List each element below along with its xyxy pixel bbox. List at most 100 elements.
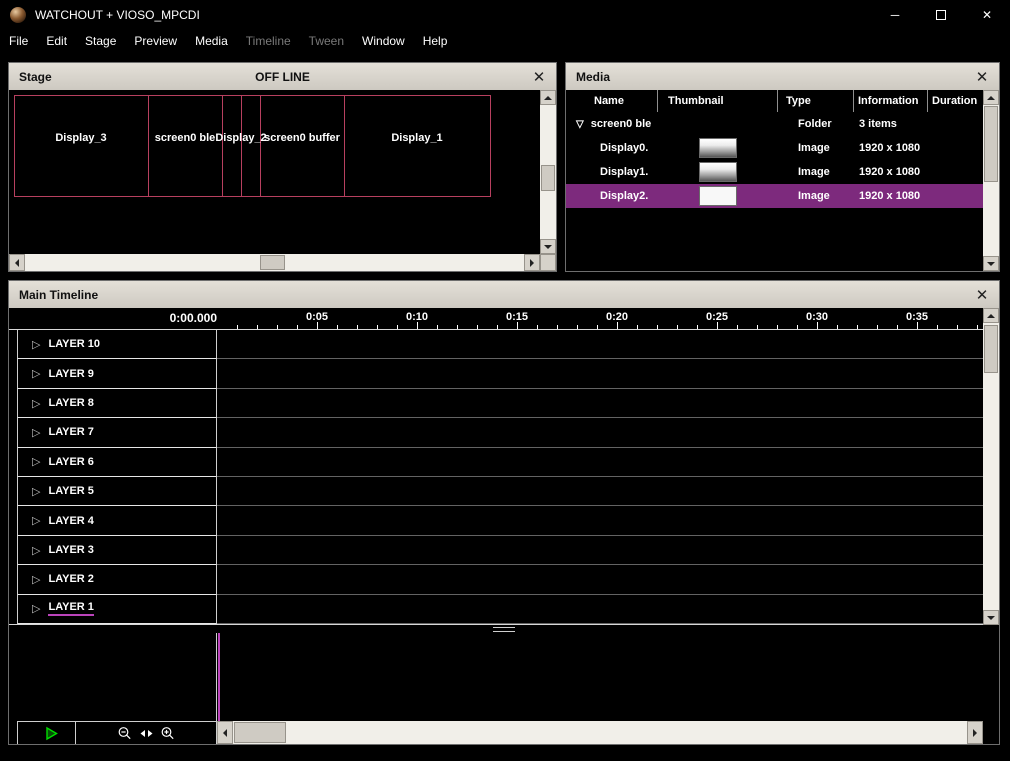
layer-lane[interactable] — [217, 506, 983, 535]
scroll-up-button[interactable] — [540, 90, 556, 105]
timeline-ruler[interactable]: 0:00.000 0:050:100:150:200:250:300:35 — [9, 308, 983, 330]
media-row[interactable]: Display1.Image1920 x 1080 — [566, 160, 983, 184]
stage-display-label[interactable]: screen0 ble — [155, 132, 216, 144]
media-column-header[interactable]: Thumbnail — [658, 90, 778, 112]
media-row[interactable]: Display0.Image1920 x 1080 — [566, 136, 983, 160]
minimize-button[interactable]: ─ — [872, 0, 918, 30]
media-name: Display1. — [600, 166, 648, 178]
stage-display-label[interactable]: Display_1 — [391, 132, 442, 144]
layer-lane[interactable] — [217, 330, 983, 359]
layer-header[interactable]: ▷LAYER 10 — [17, 330, 217, 359]
scroll-left-button[interactable] — [9, 254, 25, 271]
layer-expand-icon[interactable]: ▷ — [32, 455, 40, 468]
scroll-thumb[interactable] — [984, 106, 998, 182]
layer-name: LAYER 1 — [48, 601, 93, 616]
layer-expand-icon[interactable]: ▷ — [32, 573, 40, 586]
layer-lane[interactable] — [217, 389, 983, 418]
stage-canvas[interactable]: Display_3 screen0 bleDisplay_2screen0 buf… — [9, 90, 540, 254]
scroll-up-button[interactable] — [983, 308, 999, 323]
stage-display-label[interactable]: Display_2 — [215, 132, 266, 144]
scroll-track[interactable] — [983, 105, 999, 256]
scroll-thumb[interactable] — [260, 255, 285, 270]
menu-item-stage[interactable]: Stage — [76, 31, 125, 51]
menu-item-preview[interactable]: Preview — [125, 31, 186, 51]
layer-header[interactable]: ▷LAYER 6 — [17, 448, 217, 477]
layer-header[interactable]: ▷LAYER 3 — [17, 536, 217, 565]
scroll-right-button[interactable] — [524, 254, 540, 271]
scroll-up-button[interactable] — [983, 90, 999, 105]
layer-expand-icon[interactable]: ▷ — [32, 426, 40, 439]
menu-item-file[interactable]: File — [0, 31, 37, 51]
layer-header[interactable]: ▷LAYER 8 — [17, 389, 217, 418]
resize-grip[interactable] — [540, 254, 556, 271]
timeline-vertical-scrollbar[interactable] — [983, 308, 999, 625]
layer-lane[interactable] — [217, 536, 983, 565]
menu-item-edit[interactable]: Edit — [37, 31, 76, 51]
layer-expand-icon[interactable]: ▷ — [32, 514, 40, 527]
close-button[interactable]: ✕ — [964, 0, 1010, 30]
timeline-close-button[interactable]: ✕ — [973, 286, 991, 304]
scroll-thumb[interactable] — [234, 722, 286, 743]
scroll-right-button[interactable] — [967, 721, 983, 744]
menu-item-window[interactable]: Window — [353, 31, 414, 51]
media-column-header[interactable]: Duration — [928, 90, 985, 112]
layer-lane[interactable] — [217, 418, 983, 447]
layer-header[interactable]: ▷LAYER 7 — [17, 418, 217, 447]
layer-header[interactable]: ▷LAYER 9 — [17, 359, 217, 388]
layer-lane[interactable] — [217, 477, 983, 506]
scroll-track[interactable] — [983, 323, 999, 610]
playhead[interactable] — [218, 633, 220, 721]
scroll-down-button[interactable] — [540, 239, 556, 254]
scroll-track[interactable] — [540, 105, 556, 239]
layer-header[interactable]: ▷LAYER 5 — [17, 477, 217, 506]
layer-lane[interactable] — [217, 565, 983, 594]
media-column-header[interactable]: Name — [566, 90, 658, 112]
stage-horizontal-scrollbar[interactable] — [9, 254, 540, 271]
scroll-thumb[interactable] — [541, 165, 555, 191]
zoom-in-icon[interactable] — [160, 726, 176, 741]
maximize-button[interactable] — [918, 0, 964, 30]
media-column-header[interactable]: Type — [778, 90, 854, 112]
layer-header[interactable]: ▷LAYER 2 — [17, 565, 217, 594]
zoom-fit-icon[interactable] — [140, 726, 153, 741]
timeline-titlebar[interactable]: Main Timeline ✕ — [9, 281, 999, 308]
play-button[interactable] — [44, 726, 59, 741]
media-column-header[interactable]: Information — [854, 90, 928, 112]
scroll-left-button[interactable] — [217, 721, 233, 744]
folder-open-icon[interactable]: ▽ — [576, 119, 584, 130]
aux-lane[interactable] — [217, 633, 983, 721]
scroll-track[interactable] — [25, 254, 524, 271]
layer-header[interactable]: ▷ LAYER 1 — [17, 595, 217, 624]
stage-titlebar[interactable]: Stage OFF LINE ✕ — [9, 63, 556, 90]
layer-lane[interactable] — [217, 448, 983, 477]
media-titlebar[interactable]: Media ✕ — [566, 63, 999, 90]
layer-lane[interactable] — [217, 359, 983, 388]
scroll-thumb[interactable] — [984, 325, 998, 373]
media-close-button[interactable]: ✕ — [973, 68, 991, 86]
layer-expand-icon[interactable]: ▷ — [32, 338, 40, 351]
menu-item-help[interactable]: Help — [414, 31, 457, 51]
media-row[interactable]: Display2.Image1920 x 1080 — [566, 184, 983, 208]
layer-expand-icon[interactable]: ▷ — [32, 485, 40, 498]
menu-item-media[interactable]: Media — [186, 31, 237, 51]
stage-display-label[interactable]: Display_3 — [55, 132, 106, 144]
zoom-out-icon[interactable] — [117, 726, 133, 741]
ruler-lane[interactable]: 0:050:100:150:200:250:300:35 — [217, 308, 983, 329]
timeline-splitter[interactable] — [9, 625, 999, 633]
media-vertical-scrollbar[interactable] — [983, 90, 999, 271]
stage-close-button[interactable]: ✕ — [530, 68, 548, 86]
layer-header[interactable]: ▷LAYER 4 — [17, 506, 217, 535]
layer-expand-icon[interactable]: ▷ — [32, 544, 40, 557]
media-row[interactable]: ▽screen0 bleFolder3 items — [566, 112, 983, 136]
layer-expand-icon[interactable]: ▷ — [32, 602, 40, 615]
layer-expand-icon[interactable]: ▷ — [32, 367, 40, 380]
layer-lane[interactable] — [217, 595, 983, 624]
layer-expand-icon[interactable]: ▷ — [32, 397, 40, 410]
stage-vertical-scrollbar[interactable] — [540, 90, 556, 254]
scroll-down-button[interactable] — [983, 610, 999, 625]
ruler-tick — [917, 322, 918, 329]
scroll-track[interactable] — [233, 721, 967, 744]
timeline-horizontal-scrollbar[interactable] — [217, 721, 983, 744]
stage-display-label[interactable]: screen0 buffer — [264, 132, 340, 144]
scroll-down-button[interactable] — [983, 256, 999, 271]
